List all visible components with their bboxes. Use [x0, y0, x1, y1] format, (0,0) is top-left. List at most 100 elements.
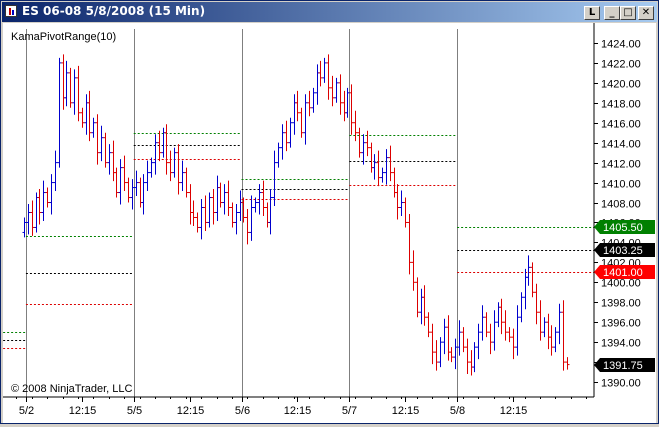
ohlc-bar [303, 94, 308, 145]
ohlc-bar [469, 350, 474, 376]
ohlc-bar [130, 179, 135, 210]
ohlc-bar [226, 180, 231, 216]
price-tick-label: 1408.00 [601, 199, 641, 211]
ohlc-bar [538, 300, 543, 341]
ohlc-bar [515, 305, 520, 356]
ohlc-bar [230, 202, 235, 228]
ohlc-bar [26, 204, 31, 235]
ohlc-bar [322, 57, 327, 83]
ohlc-bar [215, 175, 220, 221]
price-tick-label: 1416.00 [601, 119, 641, 131]
time-tick-label: 5/7 [342, 405, 357, 417]
ohlc-bar [496, 302, 501, 328]
ohlc-bar [176, 144, 181, 195]
ohlc-bar [188, 184, 193, 225]
copyright-label: © 2008 NinjaTrader, LLC [11, 383, 132, 395]
ohlc-bar [380, 167, 385, 183]
ohlc-bar [499, 298, 504, 335]
ohlc-bar [476, 323, 481, 360]
session-grid [26, 29, 458, 397]
time-tick-label: 5/5 [127, 405, 142, 417]
ohlc-bar [61, 54, 66, 110]
ohlc-bar [315, 64, 320, 105]
price-chart[interactable]: 1390.001392.001394.001396.001398.001400.… [0, 23, 656, 423]
ohlc-bar [53, 150, 58, 192]
ohlc-bar [184, 167, 189, 198]
ohlc-bar [238, 190, 243, 221]
time-axis[interactable]: 5/2 12:15 5/5 12:15 5/6 12:15 5/7 12:15 5/8 12:15 [1, 397, 587, 417]
ohlc-bar [345, 87, 350, 118]
ohlc-bar [95, 114, 100, 165]
maximize-button[interactable]: □ [620, 6, 636, 20]
close-button[interactable]: ✕ [638, 6, 654, 20]
price-axis[interactable]: 1390.001392.001394.001396.001398.001400.… [594, 39, 641, 390]
ohlc-bar [318, 60, 323, 87]
ohlc-bar [488, 323, 493, 355]
ohlc-bar [372, 154, 377, 180]
ohlc-bar [530, 262, 535, 298]
ohlc-bar [91, 117, 96, 138]
ohlc-bar [342, 90, 347, 122]
ohlc-bar [118, 159, 123, 205]
ohlc-bar [542, 317, 547, 338]
ohlc-bar [249, 195, 254, 241]
ohlc-bar [376, 150, 381, 187]
ohlc-bar [438, 337, 443, 368]
ohlc-bar [434, 340, 439, 371]
chart-window: ES 06-08 5/8/2008 (15 Min) L _ □ ✕ 1390.… [0, 0, 659, 424]
ohlc-bar [141, 174, 146, 215]
ohlc-bar [311, 87, 316, 113]
ohlc-bar [276, 142, 281, 168]
ohlc-bar [122, 155, 127, 192]
ohlc-bar [334, 77, 339, 103]
price-tick-label: 1410.00 [601, 179, 641, 191]
ohlc-bar [114, 167, 119, 198]
help-button[interactable]: L [584, 6, 600, 20]
price-badge-label: 1405.50 [603, 222, 643, 234]
ohlc-bar [526, 255, 531, 286]
ohlc-bar [218, 182, 223, 208]
ohlc-bar [353, 110, 358, 142]
ohlc-bar [407, 213, 412, 275]
price-tick-label: 1400.00 [601, 278, 641, 290]
ohlc-bar [22, 217, 27, 238]
ohlc-bar [449, 347, 454, 363]
ohlc-bar [415, 277, 420, 318]
ohlc-bar [365, 130, 370, 157]
title-bar[interactable]: ES 06-08 5/8/2008 (15 Min) L _ □ ✕ [2, 2, 657, 22]
time-tick-label: 12:15 [69, 405, 97, 417]
time-tick-label: 5/2 [19, 405, 34, 417]
window-title: ES 06-08 5/8/2008 (15 Min) [22, 4, 206, 18]
ohlc-bar [164, 124, 169, 175]
price-tick-label: 1422.00 [601, 59, 641, 71]
price-badge-red: 1401.00 [594, 265, 655, 279]
price-tick-label: 1412.00 [601, 159, 641, 171]
ohlc-bar [103, 132, 108, 168]
ohlc-bar [484, 312, 489, 338]
chart-panel[interactable]: 1390.001392.001394.001396.001398.001400.… [0, 23, 656, 423]
time-tick-label: 12:15 [284, 405, 312, 417]
ohlc-bar [199, 199, 204, 240]
time-tick-label: 12:15 [392, 405, 420, 417]
price-badge-black: 1391.75 [594, 358, 655, 372]
time-tick-label: 5/6 [235, 405, 250, 417]
ohlc-bar [64, 60, 69, 107]
minimize-button[interactable]: _ [604, 6, 620, 20]
price-badge-label: 1403.25 [603, 245, 643, 257]
ohlc-bar [388, 145, 393, 182]
ohlc-bar [57, 57, 62, 168]
ohlc-bar [284, 120, 289, 152]
ohlc-bar [357, 127, 362, 158]
ohlc-bar [384, 149, 389, 185]
ohlc-bar [203, 195, 208, 231]
ohlc-bar [422, 285, 427, 326]
ohlc-bar [403, 197, 408, 228]
ohlc-bar [492, 310, 497, 351]
ohlc-bar [565, 357, 570, 370]
ohlc-bar [457, 320, 462, 356]
ohlc-bar [76, 65, 81, 122]
ohlc-bar [261, 180, 266, 216]
ohlc-bar [446, 315, 451, 361]
ohlc-bar [411, 250, 416, 291]
price-badge-label: 1391.75 [603, 360, 643, 372]
